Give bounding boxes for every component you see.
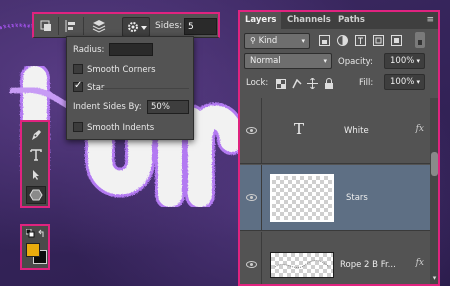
layers-panel: Layers Channels Paths ≡ ⚲ Kind ▾ Normal … bbox=[238, 10, 440, 286]
layer-list: T White fx Stars Rope 2 B Fr... fx bbox=[240, 98, 430, 284]
color-swatches-panel bbox=[20, 224, 50, 270]
lock-label: Lock: bbox=[246, 78, 269, 88]
chevron-down-icon: ▾ bbox=[416, 57, 420, 65]
pen-tool[interactable] bbox=[26, 126, 46, 144]
layer-thumbnail[interactable] bbox=[270, 252, 334, 278]
eye-icon bbox=[246, 127, 257, 134]
layer-row-white[interactable]: T White fx bbox=[240, 98, 430, 164]
type-tool[interactable] bbox=[26, 146, 46, 164]
smooth-indents-option[interactable]: Smooth Indents bbox=[73, 122, 154, 133]
indent-sides-input[interactable] bbox=[147, 100, 189, 114]
text-layer-icon: T bbox=[294, 120, 305, 138]
star-option[interactable]: Star bbox=[73, 80, 104, 93]
radius-input[interactable] bbox=[109, 43, 153, 56]
visibility-toggle[interactable] bbox=[240, 98, 262, 163]
tab-layers[interactable]: Layers bbox=[240, 12, 282, 29]
smooth-indents-checkbox[interactable] bbox=[73, 122, 83, 132]
fill-input[interactable]: 100% ▾ bbox=[384, 74, 425, 90]
chevron-down-icon bbox=[141, 26, 147, 30]
star-checkbox[interactable] bbox=[73, 80, 83, 92]
filter-toggle-switch[interactable] bbox=[415, 32, 425, 48]
fill-value: 100% bbox=[390, 77, 415, 87]
layer-list-scrollbar[interactable]: ▾ bbox=[430, 98, 438, 284]
layer-effects-icon[interactable]: fx bbox=[416, 124, 424, 134]
path-selection-tool[interactable] bbox=[26, 166, 46, 184]
sides-label: Sides: bbox=[155, 21, 183, 31]
opacity-value: 100% bbox=[390, 56, 415, 66]
eye-icon bbox=[246, 194, 257, 201]
visibility-toggle[interactable] bbox=[240, 232, 262, 284]
layer-row-stars[interactable]: Stars bbox=[240, 165, 430, 231]
path-arrangement-icon[interactable] bbox=[92, 19, 106, 33]
gear-icon bbox=[128, 22, 138, 32]
layer-name: White bbox=[344, 126, 369, 136]
search-icon: ⚲ bbox=[250, 36, 256, 45]
path-alignment-icon[interactable] bbox=[64, 19, 78, 33]
lock-transparent-pixels-icon[interactable] bbox=[274, 77, 287, 90]
layer-name: Rope 2 B Fr... bbox=[340, 260, 396, 270]
filter-kind-label: Kind bbox=[258, 36, 278, 46]
path-selection-tool-icon bbox=[33, 170, 39, 180]
scrollbar-thumb[interactable] bbox=[431, 152, 438, 176]
polygon-tool[interactable] bbox=[26, 186, 46, 204]
filter-kind-dropdown[interactable]: ⚲ Kind ▾ bbox=[244, 33, 310, 49]
blend-mode-value: Normal bbox=[250, 56, 281, 66]
tab-paths[interactable]: Paths bbox=[333, 12, 370, 29]
polygon-tool-icon bbox=[29, 189, 43, 201]
default-colors-icon[interactable] bbox=[26, 229, 35, 238]
pixel-layer-filter-icon[interactable] bbox=[318, 34, 331, 47]
type-tool-icon bbox=[30, 149, 42, 161]
pen-tool-icon bbox=[32, 130, 41, 140]
tools-panel bbox=[20, 120, 50, 208]
smooth-corners-option[interactable]: Smooth Corners bbox=[73, 64, 156, 75]
lock-position-icon[interactable] bbox=[306, 77, 319, 90]
lock-image-pixels-icon[interactable] bbox=[290, 77, 303, 90]
layer-effects-icon[interactable]: fx bbox=[416, 258, 424, 268]
smooth-corners-label: Smooth Corners bbox=[87, 65, 156, 75]
layer-row-rope[interactable]: Rope 2 B Fr... fx bbox=[240, 232, 430, 284]
adjustment-layer-filter-icon[interactable] bbox=[336, 34, 349, 47]
tab-channels[interactable]: Channels bbox=[282, 12, 336, 29]
opacity-input[interactable]: 100% ▾ bbox=[384, 53, 425, 69]
sides-input[interactable] bbox=[184, 18, 217, 35]
visibility-toggle[interactable] bbox=[240, 165, 262, 230]
swap-colors-icon[interactable] bbox=[38, 229, 47, 238]
eye-icon bbox=[246, 261, 257, 268]
geometry-options-panel: Radius: Smooth Corners Star Indent Sides… bbox=[66, 36, 194, 140]
smooth-indents-label: Smooth Indents bbox=[87, 123, 155, 133]
blend-mode-dropdown[interactable]: Normal ▾ bbox=[244, 53, 332, 69]
shape-options-bar: Sides: bbox=[32, 12, 220, 38]
chevron-down-icon: ▾ bbox=[301, 37, 305, 45]
shape-layer-filter-icon[interactable] bbox=[372, 34, 385, 47]
scroll-down-arrow-icon[interactable]: ▾ bbox=[430, 274, 438, 284]
foreground-color-swatch[interactable] bbox=[26, 243, 40, 257]
path-operations-icon[interactable] bbox=[39, 19, 53, 33]
opacity-label: Opacity: bbox=[338, 57, 373, 67]
type-layer-filter-icon[interactable] bbox=[354, 34, 367, 47]
lock-all-icon[interactable] bbox=[322, 77, 335, 90]
indent-sides-label: Indent Sides By: bbox=[73, 102, 142, 112]
chevron-down-icon: ▾ bbox=[416, 78, 420, 86]
smooth-corners-checkbox[interactable] bbox=[73, 64, 83, 74]
panel-tabs: Layers Channels Paths ≡ bbox=[240, 12, 438, 29]
fill-label: Fill: bbox=[359, 78, 374, 88]
layer-thumbnail[interactable] bbox=[270, 174, 334, 222]
geometry-options-button[interactable] bbox=[122, 17, 150, 37]
panel-menu-icon[interactable]: ≡ bbox=[426, 15, 434, 25]
smart-object-filter-icon[interactable] bbox=[390, 34, 403, 47]
radius-label: Radius: bbox=[73, 45, 105, 55]
layer-name: Stars bbox=[346, 193, 368, 203]
chevron-down-icon: ▾ bbox=[323, 57, 327, 65]
